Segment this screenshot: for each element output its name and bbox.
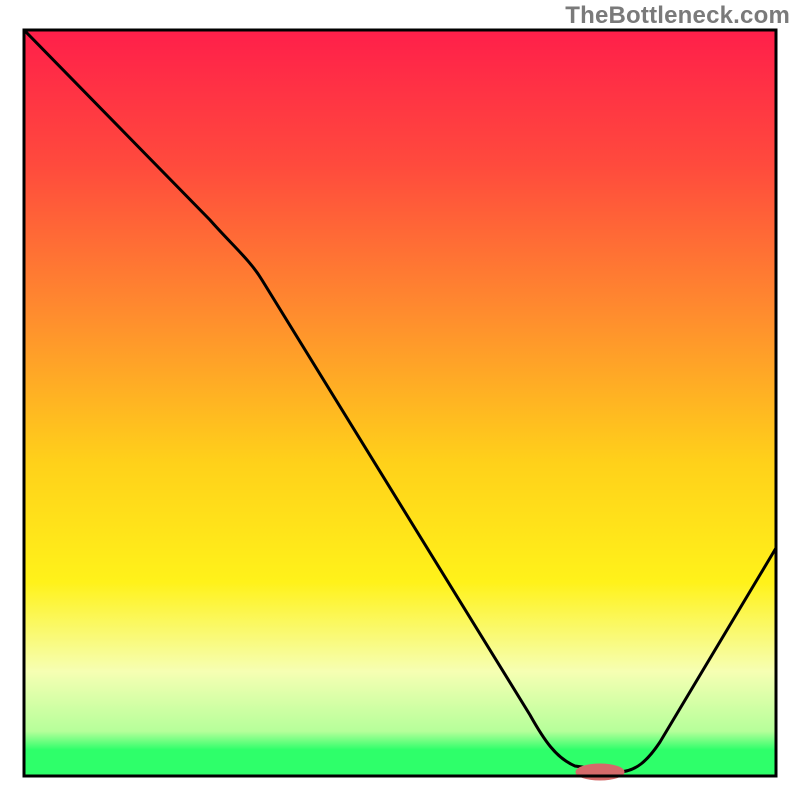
chart-frame: TheBottleneck.com — [0, 0, 800, 800]
optimal-marker — [576, 764, 624, 780]
severity-gradient — [24, 30, 776, 776]
bottleneck-chart — [0, 0, 800, 800]
